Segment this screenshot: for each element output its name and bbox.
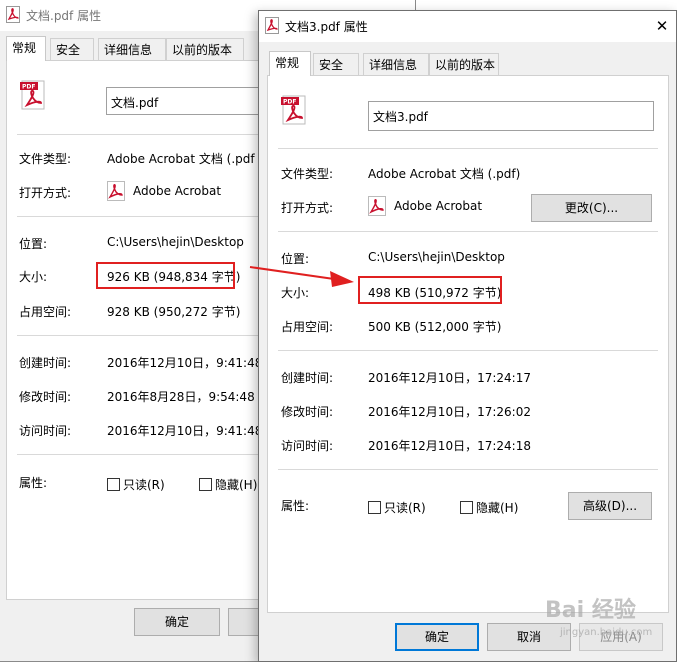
readonly-checkbox[interactable]: 只读(R)	[368, 499, 426, 516]
hidden-checkbox[interactable]: 隐藏(H)	[460, 499, 518, 516]
disk-size-value: 500 KB (512,000 字节)	[368, 320, 502, 334]
pdf-file-icon	[6, 6, 20, 23]
window-title: 文档.pdf 属性	[26, 9, 102, 23]
tab-general[interactable]: 常规	[6, 36, 46, 61]
svg-text:PDF: PDF	[22, 84, 35, 91]
tab-security[interactable]: 安全	[50, 38, 94, 61]
created-value: 2016年12月10日，9:41:48	[107, 356, 263, 370]
open-with-value: Adobe Acrobat	[133, 184, 222, 198]
tab-details[interactable]: 详细信息	[363, 53, 429, 76]
open-with-label: 打开方式:	[281, 201, 334, 215]
hidden-label: 隐藏(H)	[476, 501, 519, 515]
modified-value: 2016年12月10日，17:26:02	[368, 405, 531, 419]
annotation-arrow-icon	[249, 266, 354, 287]
divider	[278, 231, 658, 232]
title-bar: 文档3.pdf 属性 ✕	[259, 11, 676, 42]
highlight-box	[96, 262, 235, 289]
close-icon[interactable]: ✕	[651, 15, 673, 37]
disk-size-label: 占用空间:	[19, 305, 72, 319]
tab-security[interactable]: 安全	[313, 53, 359, 76]
pdf-file-icon: PDF	[20, 80, 45, 110]
hidden-label: 隐藏(H)	[215, 478, 258, 492]
divider	[278, 148, 658, 149]
checkbox-box[interactable]	[107, 478, 120, 491]
hidden-checkbox[interactable]: 隐藏(H)	[199, 476, 257, 493]
window-title: 文档3.pdf 属性	[285, 20, 368, 34]
acrobat-icon	[107, 181, 125, 201]
file-type-value: Adobe Acrobat 文档 (.pdf	[107, 152, 255, 166]
watermark-brand: Bai 经验	[545, 598, 636, 623]
checkbox-box[interactable]	[368, 501, 381, 514]
pdf-file-icon: PDF	[281, 95, 306, 125]
file-type-label: 文件类型:	[281, 167, 334, 181]
created-label: 创建时间:	[281, 371, 334, 385]
open-with-value: Adobe Acrobat	[394, 199, 483, 213]
size-label: 大小:	[19, 270, 48, 284]
ok-button[interactable]: 确定	[395, 623, 479, 651]
change-button[interactable]: 更改(C)...	[531, 194, 652, 222]
location-label: 位置:	[19, 237, 48, 251]
modified-label: 修改时间:	[281, 405, 334, 419]
attributes-label: 属性:	[281, 499, 310, 513]
disk-size-label: 占用空间:	[281, 320, 334, 334]
file-type-value: Adobe Acrobat 文档 (.pdf)	[368, 167, 521, 181]
created-value: 2016年12月10日，17:24:17	[368, 371, 531, 385]
tab-previous-versions[interactable]: 以前的版本	[429, 53, 499, 76]
highlight-box	[358, 276, 502, 304]
general-panel: PDF 文档3.pdf 文件类型: Adobe Acrobat 文档 (.pdf…	[267, 75, 669, 613]
divider	[278, 350, 658, 351]
location-value: C:\Users\hejin\Desktop	[368, 250, 505, 264]
cancel-button[interactable]: 取消	[487, 623, 571, 651]
acrobat-icon	[368, 196, 386, 216]
pdf-file-icon	[265, 17, 279, 34]
divider	[278, 469, 658, 470]
location-value: C:\Users\hejin\Desktop	[107, 235, 244, 249]
modified-label: 修改时间:	[19, 390, 72, 404]
accessed-value: 2016年12月10日，17:24:18	[368, 439, 531, 453]
front-properties-window: 文档3.pdf 属性 ✕ 常规 安全 详细信息 以前的版本 PDF 文档3.pd…	[258, 10, 677, 662]
accessed-label: 访问时间:	[281, 439, 334, 453]
checkbox-box[interactable]	[460, 501, 473, 514]
accessed-value: 2016年12月10日，9:41:48	[107, 424, 263, 438]
created-label: 创建时间:	[19, 356, 72, 370]
modified-value: 2016年8月28日，9:54:48	[107, 390, 255, 404]
accessed-label: 访问时间:	[19, 424, 72, 438]
tab-general[interactable]: 常规	[269, 51, 311, 76]
svg-text:PDF: PDF	[283, 99, 296, 106]
attributes-label: 属性:	[19, 476, 48, 490]
readonly-label: 只读(R)	[384, 501, 426, 515]
checkbox-box[interactable]	[199, 478, 212, 491]
file-name-field[interactable]: 文档3.pdf	[368, 101, 654, 131]
tab-previous-versions[interactable]: 以前的版本	[166, 38, 244, 61]
readonly-label: 只读(R)	[123, 478, 165, 492]
tab-details[interactable]: 详细信息	[98, 38, 166, 61]
advanced-button[interactable]: 高级(D)...	[568, 492, 652, 520]
file-type-label: 文件类型:	[19, 152, 72, 166]
open-with-label: 打开方式:	[19, 186, 72, 200]
disk-size-value: 928 KB (950,272 字节)	[107, 305, 241, 319]
ok-button[interactable]: 确定	[134, 608, 220, 636]
readonly-checkbox[interactable]: 只读(R)	[107, 476, 165, 493]
watermark-url: jingyan.baidu.com	[560, 627, 653, 638]
